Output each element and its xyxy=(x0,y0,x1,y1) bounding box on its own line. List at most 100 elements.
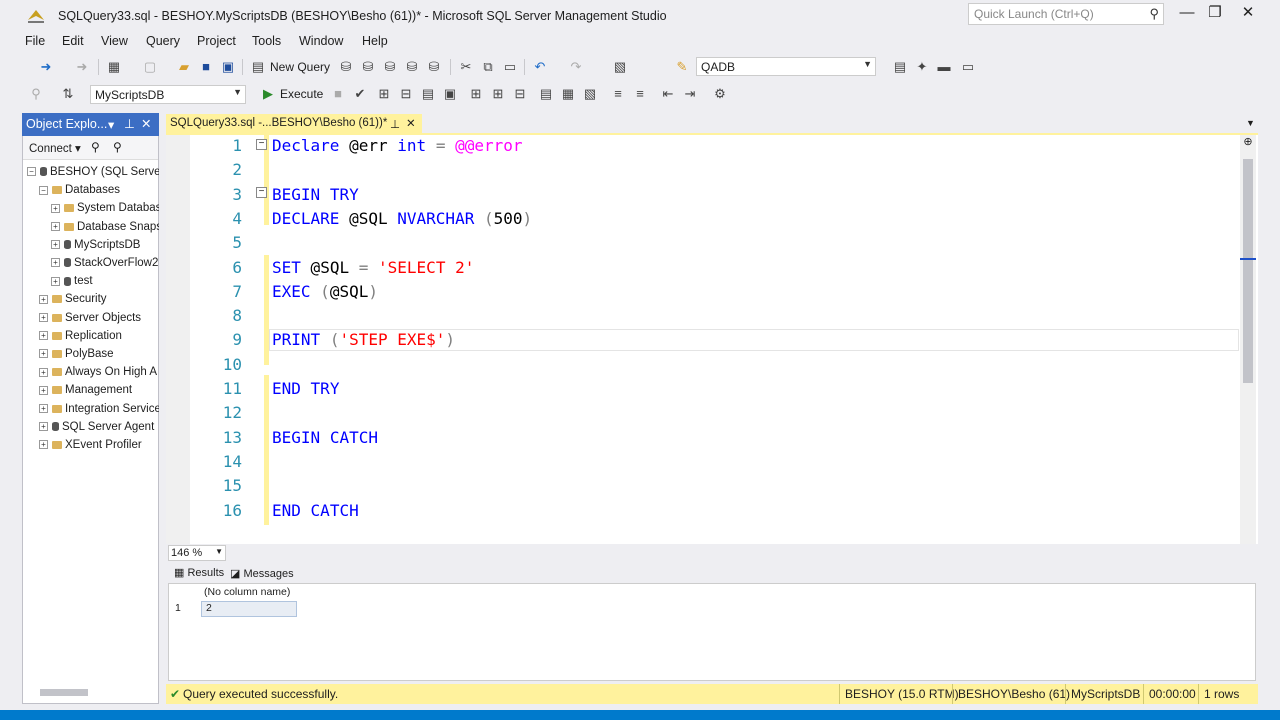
tree-node[interactable]: + MyScriptsDB xyxy=(51,236,140,254)
save-icon[interactable]: ■ xyxy=(198,59,214,75)
tree-node[interactable]: + test xyxy=(51,272,93,290)
menu-help[interactable]: Help xyxy=(362,34,388,48)
menu-tools[interactable]: Tools xyxy=(252,34,281,48)
expand-icon[interactable]: + xyxy=(39,294,48,304)
wrench-icon[interactable]: ✦ xyxy=(914,59,930,75)
tree-node[interactable]: + XEvent Profiler xyxy=(39,436,142,454)
code-line[interactable]: SET @SQL = 'SELECT 2' xyxy=(272,258,474,277)
menu-file[interactable]: File xyxy=(25,34,45,48)
tree-node[interactable]: + Always On High A xyxy=(39,363,157,381)
results-to-grid-icon[interactable]: ▣ xyxy=(442,86,458,102)
include-plan-icon[interactable]: ⊞ xyxy=(468,86,484,102)
increase-indent-icon[interactable]: ⇥ xyxy=(682,86,698,102)
tree-node[interactable]: + Database Snaps xyxy=(51,218,162,236)
results-to-file-icon[interactable]: ▧ xyxy=(582,86,598,102)
expand-icon[interactable]: + xyxy=(51,203,60,213)
connect-icon[interactable]: ⚲ xyxy=(91,140,100,154)
editor-vertical-scrollbar[interactable] xyxy=(1240,135,1256,544)
properties-icon[interactable]: ▤ xyxy=(892,59,908,75)
forward-icon[interactable]: ➜ xyxy=(74,59,90,75)
tree-node[interactable]: + Server Objects xyxy=(39,309,141,327)
close-tab-icon[interactable]: ✕ xyxy=(406,116,416,130)
tab-dropdown-icon[interactable]: ▼ xyxy=(1246,118,1255,128)
expand-icon[interactable]: + xyxy=(51,276,60,286)
split-icon[interactable]: ⊕ xyxy=(1240,135,1256,149)
expand-icon[interactable]: + xyxy=(39,422,48,432)
tree-node[interactable]: + Security xyxy=(39,290,107,308)
quick-launch-input[interactable]: Quick Launch (Ctrl+Q) ⚲ xyxy=(968,3,1164,25)
comment-icon[interactable]: ≡ xyxy=(610,86,626,102)
cut-icon[interactable]: ✂ xyxy=(458,59,474,75)
tree-node[interactable]: + System Databas xyxy=(51,199,161,217)
tree-node[interactable]: + PolyBase xyxy=(39,345,114,363)
display-plan-icon[interactable]: ⊞ xyxy=(376,86,392,102)
expand-icon[interactable]: + xyxy=(39,349,48,359)
menu-edit[interactable]: Edit xyxy=(62,34,84,48)
menu-window[interactable]: Window xyxy=(299,34,343,48)
maximize-button[interactable]: ❐ xyxy=(1204,4,1226,24)
tab-messages[interactable]: ◪ Messages xyxy=(230,567,294,580)
toolbox-icon[interactable]: ▬ xyxy=(936,59,952,75)
back-icon[interactable]: ➜ xyxy=(38,59,54,75)
zoom-combo[interactable]: 146 % ▼ xyxy=(168,545,226,561)
minimize-button[interactable]: — xyxy=(1176,4,1198,24)
tree-node[interactable]: − Databases xyxy=(39,181,120,199)
new-query-icon[interactable]: ▤ xyxy=(250,59,266,75)
copy-icon[interactable]: ⧉ xyxy=(480,59,496,75)
tree-node[interactable]: + SQL Server Agent xyxy=(39,418,154,436)
expand-icon[interactable]: + xyxy=(39,440,48,450)
stop-icon[interactable]: ■ xyxy=(330,86,346,102)
change-connection-icon[interactable]: ⇅ xyxy=(60,86,76,102)
execute-icon[interactable]: ▶ xyxy=(260,86,276,102)
decrease-indent-icon[interactable]: ⇤ xyxy=(660,86,676,102)
undo-icon[interactable]: ↶ xyxy=(532,59,548,75)
paste-icon[interactable]: ▭ xyxy=(502,59,518,75)
code-line[interactable]: DECLARE @SQL NVARCHAR (500) xyxy=(272,209,532,228)
client-stats-icon[interactable]: ⊟ xyxy=(512,86,528,102)
connect-button[interactable]: Connect ▾ xyxy=(29,141,81,155)
tree-node[interactable]: + Replication xyxy=(39,327,122,345)
live-stats-icon[interactable]: ⊞ xyxy=(490,86,506,102)
add-item-icon[interactable]: ▢ xyxy=(142,59,158,75)
tab-results[interactable]: ▦ Results xyxy=(174,566,224,579)
code-line[interactable]: BEGIN CATCH xyxy=(272,428,378,447)
expand-icon[interactable]: + xyxy=(39,331,48,341)
tree-node[interactable]: − BESHOY (SQL Server xyxy=(27,163,164,181)
collapse-icon[interactable]: − xyxy=(256,187,267,198)
collapse-icon[interactable]: − xyxy=(256,139,267,150)
expand-icon[interactable]: + xyxy=(39,404,48,414)
activity-monitor-icon[interactable]: ▧ xyxy=(612,59,628,75)
menu-query[interactable]: Query xyxy=(146,34,180,48)
expand-icon[interactable]: + xyxy=(39,385,48,395)
row-number[interactable]: 1 xyxy=(175,602,195,618)
code-line[interactable]: END TRY xyxy=(272,379,339,398)
save-all-icon[interactable]: ▣ xyxy=(220,59,236,75)
code-line[interactable]: PRINT ('STEP EXE$') xyxy=(272,330,455,349)
menu-view[interactable]: View xyxy=(101,34,128,48)
close-button[interactable]: ✕ xyxy=(1237,4,1259,24)
parse-check-icon[interactable]: ✔ xyxy=(352,86,368,102)
tree-node[interactable]: + StackOverFlow2 xyxy=(51,254,158,272)
expand-icon[interactable]: + xyxy=(39,313,48,323)
chevron-down-icon[interactable]: ▾ xyxy=(108,117,114,132)
tree-node[interactable]: + Management xyxy=(39,381,132,399)
pin-icon[interactable]: ⊥ xyxy=(390,117,400,131)
dmx-query-icon[interactable]: ⛁ xyxy=(382,59,398,75)
column-header[interactable]: (No column name) xyxy=(201,586,297,602)
code-line[interactable]: EXEC (@SQL) xyxy=(272,282,378,301)
collapse-icon[interactable]: − xyxy=(27,167,36,177)
results-to-text-icon[interactable]: ▤ xyxy=(538,86,554,102)
open-folder-icon[interactable]: ▰ xyxy=(176,59,192,75)
mdx-query-icon[interactable]: ⛁ xyxy=(360,59,376,75)
menu-project[interactable]: Project xyxy=(197,34,236,48)
uncomment-icon[interactable]: ≡ xyxy=(632,86,648,102)
window-layout-icon[interactable]: ▭ xyxy=(960,59,976,75)
code-line[interactable]: BEGIN TRY xyxy=(272,185,359,204)
dax-query-icon[interactable]: ⛁ xyxy=(426,59,442,75)
new-query-button[interactable]: New Query xyxy=(270,60,330,74)
disconnect-icon[interactable]: ⚲ xyxy=(113,140,122,154)
database-combo[interactable]: MyScriptsDB ▼ xyxy=(90,85,246,104)
collapse-icon[interactable]: − xyxy=(39,185,48,195)
expand-icon[interactable]: + xyxy=(39,367,48,377)
intellisense-icon[interactable]: ▤ xyxy=(420,86,436,102)
